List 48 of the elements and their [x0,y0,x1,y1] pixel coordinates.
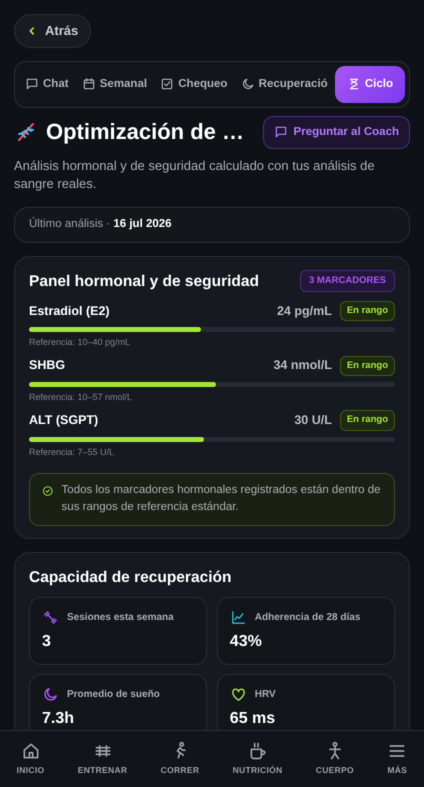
ask-coach-button[interactable]: Preguntar al Coach [262,116,410,149]
tab[interactable]: Chat [19,66,75,103]
marker-value: 24 pg/mL [276,302,332,320]
panel-title: Panel hormonal y de seguridad [29,272,259,292]
status-badge: En rango [340,410,395,431]
back-button[interactable]: Atrás [14,14,92,48]
checkbox-icon [160,77,174,92]
tab[interactable]: Ciclo [334,66,405,103]
page-title: Optimización de … [46,119,244,146]
marker-name: SHBG [29,357,66,374]
moon-icon [240,77,255,92]
marker-count-badge: 3 MARCADORES [300,270,395,292]
home-icon [20,741,41,762]
tab[interactable]: Recuperació [234,66,334,103]
stat-value: 3 [42,632,52,652]
nav-tab[interactable]: INICIO [14,739,46,779]
status-badge: En rango [340,356,395,376]
calendar-icon [82,77,96,92]
description: Análisis hormonal y de seguridad calculado con tus análisis de sangre reales. [14,157,376,194]
marker-value: 34 nmol/L [273,357,332,374]
stat-label: HRV [254,688,276,702]
marker-name: ALT (SGPT) [29,412,98,430]
nav-tab[interactable]: NUTRICIÓN [230,739,284,779]
section-title: Capacidad de recuperación [29,568,232,588]
chat-icon [274,125,288,140]
stat-value: 7.3h [42,709,76,730]
marker-value: 30 U/L [294,412,332,430]
nav-tab[interactable]: MÁS [385,739,410,779]
stat-label: Sesiones esta semana [67,610,174,625]
reference-range: Referencia: 10–57 nmol/L [29,390,134,404]
nav-tab[interactable]: CUERPO [314,739,356,779]
stat-label: Promedio de sueño [67,688,160,702]
back-chevron-icon [27,24,37,37]
chat-icon [25,77,39,92]
tab[interactable]: Chequeo [154,66,234,103]
tab[interactable]: Semanal [76,66,154,103]
nav-tab[interactable]: ENTRENAR [76,739,130,779]
stat-label: Adherencia de 28 días [254,610,360,625]
stat-value: 43% [230,632,263,652]
last-analysis: Último análisis · 16 jul 2026 [14,207,410,243]
reference-range: Referencia: 7–55 U/L [29,446,116,459]
marker-name: Estradiol (E2) [29,302,110,320]
nav-tab[interactable]: CORRER [158,739,202,779]
stat-value: 65 ms [230,709,276,730]
mug-icon [248,741,268,762]
status-badge: En rango [340,300,395,322]
reference-range: Referencia: 10–40 pg/mL [29,336,132,350]
note-text: Todos los marcadores hormonales registrados están dentro de sus rangos de referencia estándar. [62,483,382,516]
